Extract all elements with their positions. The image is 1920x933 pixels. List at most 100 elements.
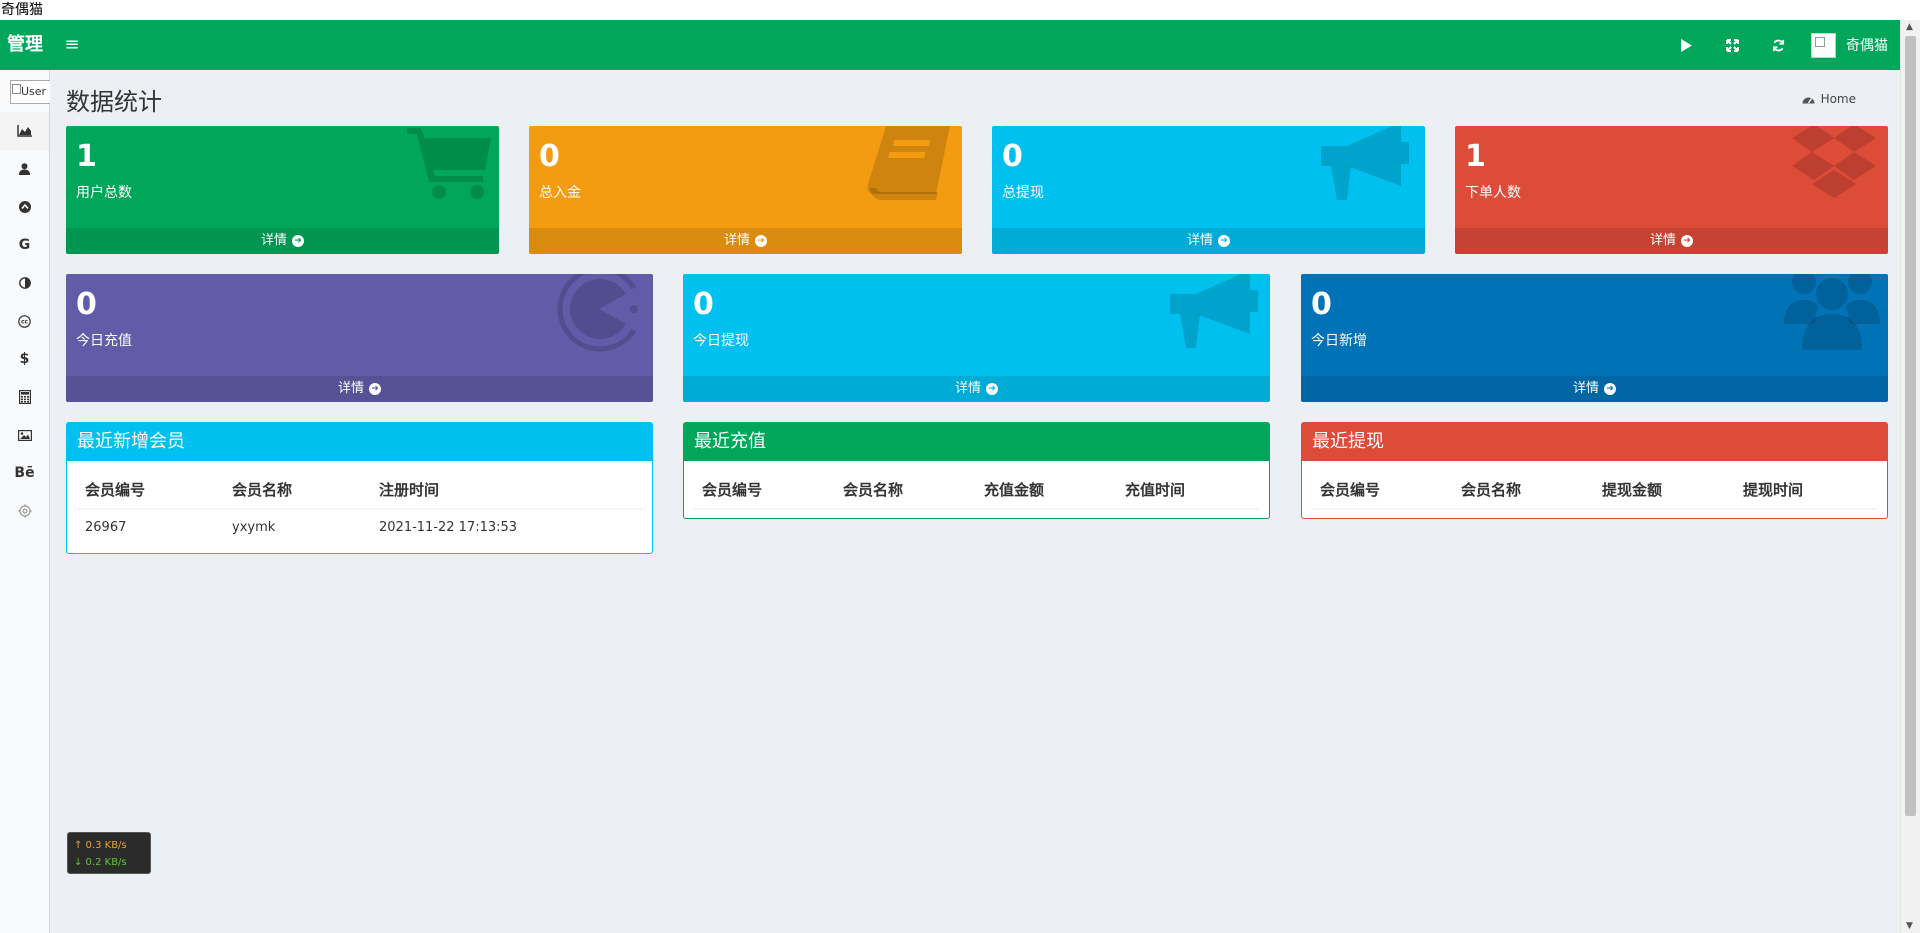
download-speed: ↓ 0.2 KB/s xyxy=(74,857,127,868)
fullscreen-button[interactable] xyxy=(1709,20,1755,70)
details-label: 详情 xyxy=(954,381,981,396)
sidebar-item-settings[interactable] xyxy=(0,492,49,530)
sidebar-item-finance[interactable]: $ xyxy=(0,340,49,378)
play-button[interactable] xyxy=(1663,20,1709,70)
svg-text:cc: cc xyxy=(21,318,29,325)
sidebar-item-dashboard[interactable] xyxy=(0,112,49,150)
stat-label: 总提现 xyxy=(1002,185,1044,201)
stat-box-today-withdrawal: 0 今日提现 详情 ➜ xyxy=(683,274,1270,402)
sidebar-item-behance[interactable]: Bē xyxy=(0,454,49,492)
details-link[interactable]: 详情 ➜ xyxy=(529,228,962,254)
sidebar-item-calculator[interactable] xyxy=(0,378,49,416)
table-cell: yxymk xyxy=(224,508,371,545)
sidebar: User G cc $ Bē xyxy=(0,70,50,933)
play-icon xyxy=(1681,38,1692,52)
table-header: 会员编号 xyxy=(77,471,224,510)
panel-title: 最近提现 xyxy=(1302,423,1887,461)
user-menu[interactable]: 奇偶猫 xyxy=(1801,20,1900,70)
expand-icon xyxy=(1725,38,1739,52)
sidebar-nav: G cc $ Bē xyxy=(0,112,50,530)
logo[interactable]: 管理 xyxy=(0,20,50,70)
table-header: 充值金额 xyxy=(976,471,1117,510)
arrow-circle-right-icon: ➜ xyxy=(1218,235,1230,247)
breadcrumb-home[interactable]: Home xyxy=(1821,92,1856,106)
stat-box-total-users: 1 用户总数 详情 ➜ xyxy=(66,126,499,254)
new-members-table: 会员编号 会员名称 注册时间 26967 yxymk 2021-11-22 17… xyxy=(77,471,642,545)
user-icon xyxy=(19,163,30,175)
google-icon: G xyxy=(18,237,31,253)
details-link[interactable]: 详情 ➜ xyxy=(66,376,653,402)
sidebar-item-images[interactable] xyxy=(0,416,49,454)
upload-speed: ↑ 0.3 KB/s xyxy=(74,840,127,851)
page-scrollbar[interactable]: ▲ ▼ xyxy=(1900,20,1920,933)
stat-box-total-withdrawal: 0 总提现 详情 ➜ xyxy=(992,126,1425,254)
refresh-button[interactable] xyxy=(1755,20,1801,70)
stat-box-total-deposit: 0 总入金 详情 ➜ xyxy=(529,126,962,254)
window-title: 奇偶猫 xyxy=(0,0,1920,20)
table-header: 会员编号 xyxy=(694,471,835,510)
table-header: 提现金额 xyxy=(1594,471,1735,510)
stat-box-today-recharge: 0 今日充值 详情 ➜ xyxy=(66,274,653,402)
adjust-icon xyxy=(18,277,31,289)
behance-icon: Bē xyxy=(14,465,35,481)
stat-value: 0 xyxy=(76,287,97,322)
scroll-down-icon[interactable]: ▼ xyxy=(1906,921,1913,931)
stat-label: 下单人数 xyxy=(1465,185,1521,201)
panel-title: 最近新增会员 xyxy=(67,423,652,461)
scroll-thumb[interactable] xyxy=(1905,36,1916,816)
gear-icon xyxy=(18,504,31,518)
panel-title: 最近充值 xyxy=(684,423,1269,461)
details-label: 详情 xyxy=(1649,233,1676,248)
arrow-circle-right-icon: ➜ xyxy=(292,235,304,247)
menu-toggle-icon[interactable]: ≡ xyxy=(62,35,82,55)
panel-new-members: 最近新增会员 会员编号 会员名称 注册时间 26967 yxymk 2021-1… xyxy=(66,422,653,554)
dollar-icon: $ xyxy=(19,351,30,367)
table-header: 会员名称 xyxy=(1453,471,1594,510)
details-label: 详情 xyxy=(1572,381,1599,396)
scroll-up-icon[interactable]: ▲ xyxy=(1906,22,1913,32)
sidebar-item-orders[interactable] xyxy=(0,188,49,226)
arrow-circle-up-icon xyxy=(18,201,31,213)
details-label: 详情 xyxy=(1186,233,1213,248)
stat-label: 今日提现 xyxy=(693,333,749,349)
image-icon xyxy=(17,429,32,441)
details-link[interactable]: 详情 ➜ xyxy=(683,376,1270,402)
details-label: 详情 xyxy=(337,381,364,396)
stat-box-today-new: 0 今日新增 详情 ➜ xyxy=(1301,274,1888,402)
user-name: 奇偶猫 xyxy=(1846,38,1888,54)
area-chart-icon xyxy=(17,125,32,137)
top-actions: 奇偶猫 xyxy=(1663,20,1900,70)
table-header: 会员名称 xyxy=(835,471,976,510)
details-label: 详情 xyxy=(260,233,287,248)
breadcrumb[interactable]: Home xyxy=(1802,92,1856,106)
withdrawals-table: 会员编号 会员名称 提现金额 提现时间 xyxy=(1312,471,1877,510)
stat-value: 0 xyxy=(1002,139,1023,174)
arrow-circle-right-icon: ➜ xyxy=(986,383,998,395)
sidebar-item-theme[interactable] xyxy=(0,264,49,302)
details-link[interactable]: 详情 ➜ xyxy=(1455,228,1888,254)
arrow-circle-right-icon: ➜ xyxy=(369,383,381,395)
table-header: 注册时间 xyxy=(371,471,642,510)
details-link[interactable]: 详情 ➜ xyxy=(1301,376,1888,402)
stat-value: 0 xyxy=(693,287,714,322)
stat-value: 0 xyxy=(1311,287,1332,322)
arrow-circle-right-icon: ➜ xyxy=(1681,235,1693,247)
details-link[interactable]: 详情 ➜ xyxy=(992,228,1425,254)
table-header: 会员编号 xyxy=(1312,471,1453,510)
panel-recharges: 最近充值 会员编号 会员名称 充值金额 充值时间 xyxy=(683,422,1270,519)
top-navbar: 管理 ≡ 奇偶猫 xyxy=(0,20,1900,70)
table-row: 26967 yxymk 2021-11-22 17:13:53 xyxy=(77,508,642,545)
details-link[interactable]: 详情 ➜ xyxy=(66,228,499,254)
table-cell: 26967 xyxy=(77,508,224,545)
arrow-circle-right-icon: ➜ xyxy=(755,235,767,247)
table-cell: 2021-11-22 17:13:53 xyxy=(371,508,642,545)
sidebar-item-cc[interactable]: cc xyxy=(0,302,49,340)
sidebar-item-users[interactable] xyxy=(0,150,49,188)
refresh-icon xyxy=(1772,39,1784,51)
sidebar-user-image: User xyxy=(10,80,50,104)
table-header: 充值时间 xyxy=(1117,471,1259,510)
sidebar-item-google[interactable]: G xyxy=(0,226,49,264)
stat-label: 总入金 xyxy=(539,185,581,201)
panel-withdrawals: 最近提现 会员编号 会员名称 提现金额 提现时间 xyxy=(1301,422,1888,519)
netspeed-widget[interactable]: ↑ 0.3 KB/s ↓ 0.2 KB/s xyxy=(67,832,151,874)
